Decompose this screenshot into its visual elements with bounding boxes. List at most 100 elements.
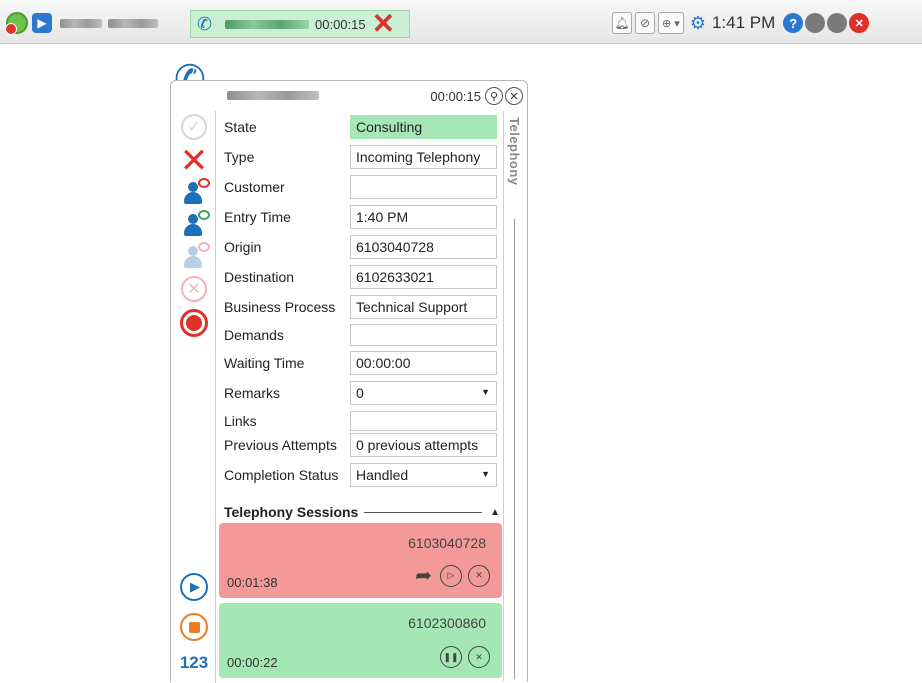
help-button[interactable]: ? [783,13,804,33]
consult-person-icon [182,178,210,206]
field-label: State [224,119,257,135]
business-process-field[interactable]: Technical Support [350,295,497,319]
session-actions: ➦ ▷ ✕ [415,563,490,588]
top-bar-right: 🔔︎ ⊘ ⊕ ▾ ⚙ 1:41 PM ? ✕ [612,10,871,36]
x-icon: ✕ [179,142,209,180]
session-number: 6103040728 [408,535,486,551]
field-label: Waiting Time [224,355,305,371]
pin-icon[interactable]: ⚲ [485,87,503,105]
call-details-form: State Consulting Type Incoming Telephony… [215,111,503,683]
field-row-business-process: Business Process Technical Support [224,295,497,319]
top-bar-left: ▶ [5,10,158,36]
top-bar: ▶ ✆ 00:00:15 ✕ 🔔︎ ⊘ ⊕ ▾ ⚙ 1:41 PM ? ✕ [0,0,922,44]
maximize-icon[interactable] [827,13,848,33]
side-tab-divider [514,219,515,679]
check-circle-icon: ✓ [181,114,207,140]
close-circle-icon[interactable]: ✕ [468,646,490,668]
field-label: Origin [224,239,262,255]
record-button[interactable] [179,309,209,337]
session-actions: ❚❚ ✕ [434,646,490,668]
destination-field[interactable]: 6102633021 [350,265,497,289]
waiting-time-field[interactable]: 00:00:00 [350,351,497,375]
conference-button[interactable] [179,242,210,271]
bell-icon[interactable]: 🔔︎ [612,12,632,34]
pause-circle-icon[interactable]: ❚❚ [440,646,462,668]
active-call-tab[interactable]: ✆ 00:00:15 ✕ [190,10,410,38]
agent-name-redacted [60,18,102,28]
field-label: Destination [224,269,295,285]
sessions-divider [364,511,483,513]
cancel-button[interactable]: ✕ [179,275,209,303]
session-card[interactable]: 6102300860 00:00:22 ❚❚ ✕ [219,603,502,678]
transfer-button[interactable] [179,210,210,239]
previous-attempts-field[interactable]: 0 previous attempts [350,433,497,457]
call-tab-timer: 00:00:15 [315,16,366,32]
field-label: Entry Time [224,209,291,225]
stop-icon [180,613,208,641]
call-detail-panel: 00:00:15 ⚲ ✕ Telephony ✓ ✕ ✕ ▶ 123 State… [170,80,529,683]
field-row-origin: Origin 6103040728 [224,235,497,259]
hangup-button[interactable]: ✕ [179,142,209,180]
gear-icon[interactable]: ⚙ [690,13,706,34]
field-label: Demands [224,327,284,343]
field-row-entry-time: Entry Time 1:40 PM [224,205,497,229]
sessions-title: Telephony Sessions [224,504,359,520]
record-icon [180,309,208,337]
field-row-completion-status: Completion Status Handled [224,463,497,487]
forward-arrow-icon[interactable]: ➦ [415,563,432,588]
completion-status-select[interactable]: Handled [350,463,497,487]
field-label: Remarks [224,385,281,401]
session-number: 6102300860 [408,615,486,631]
transfer-person-icon [182,210,210,238]
session-card[interactable]: 6103040728 00:01:38 ➦ ▷ ✕ [219,523,502,598]
demands-field[interactable] [350,324,497,346]
add-menu-dropdown[interactable]: ⊕ ▾ [658,12,684,34]
side-tab-label: Telephony [507,117,522,186]
mute-icon[interactable]: ⊘ [635,12,655,34]
entry-time-field[interactable]: 1:40 PM [350,205,497,229]
customer-field[interactable] [350,175,497,199]
field-label: Completion Status [224,467,339,483]
field-row-remarks: Remarks 0 [224,381,497,405]
keypad-button[interactable]: 123 [179,649,209,677]
accept-button[interactable]: ✓ [179,113,209,141]
play-circle-icon[interactable]: ▷ [440,564,462,587]
session-timer: 00:00:22 [227,655,278,670]
close-window-icon[interactable]: ✕ [849,13,870,33]
field-label: Business Process [224,299,336,315]
links-field[interactable] [350,411,497,431]
field-row-links: Links [224,411,497,431]
field-row-state: State Consulting [224,115,497,139]
panel-header: 00:00:15 ⚲ ✕ [219,81,529,111]
plus-circle-icon: ⊕ [662,17,672,30]
close-call-icon[interactable]: ✕ [372,10,395,38]
stop-button[interactable] [179,613,209,641]
consult-button[interactable] [179,178,210,207]
field-label: Customer [224,179,285,195]
field-row-type: Type Incoming Telephony [224,145,497,169]
remarks-select[interactable]: 0 [350,381,497,405]
play-icon: ▶ [180,573,208,601]
dropdown-arrow-icon[interactable]: ▶ [32,13,52,33]
session-timer: 00:01:38 [227,575,278,590]
telephony-sessions-header[interactable]: Telephony Sessions ▲ [224,501,500,523]
origin-field[interactable]: 6103040728 [350,235,497,259]
field-label: Previous Attempts [224,437,337,453]
telephony-side-tab[interactable]: Telephony [503,111,525,681]
agent-detail-redacted [108,18,158,28]
field-row-destination: Destination 6102633021 [224,265,497,289]
action-toolbar: ✓ ✕ ✕ ▶ 123 [171,111,215,681]
play-button[interactable]: ▶ [179,573,209,601]
field-row-waiting-time: Waiting Time 00:00:00 [224,351,497,375]
close-panel-icon[interactable]: ✕ [505,87,523,105]
minimize-icon[interactable] [805,13,826,33]
collapse-caret-icon[interactable]: ▲ [490,507,500,518]
state-value: Consulting [350,115,497,139]
conference-person-icon [182,242,210,270]
caller-name-redacted [225,19,309,29]
agent-status-icon[interactable] [5,12,28,35]
phone-icon: ✆ [197,13,213,34]
close-circle-icon[interactable]: ✕ [468,564,490,587]
type-field[interactable]: Incoming Telephony [350,145,497,169]
clock: 1:41 PM [711,13,776,32]
